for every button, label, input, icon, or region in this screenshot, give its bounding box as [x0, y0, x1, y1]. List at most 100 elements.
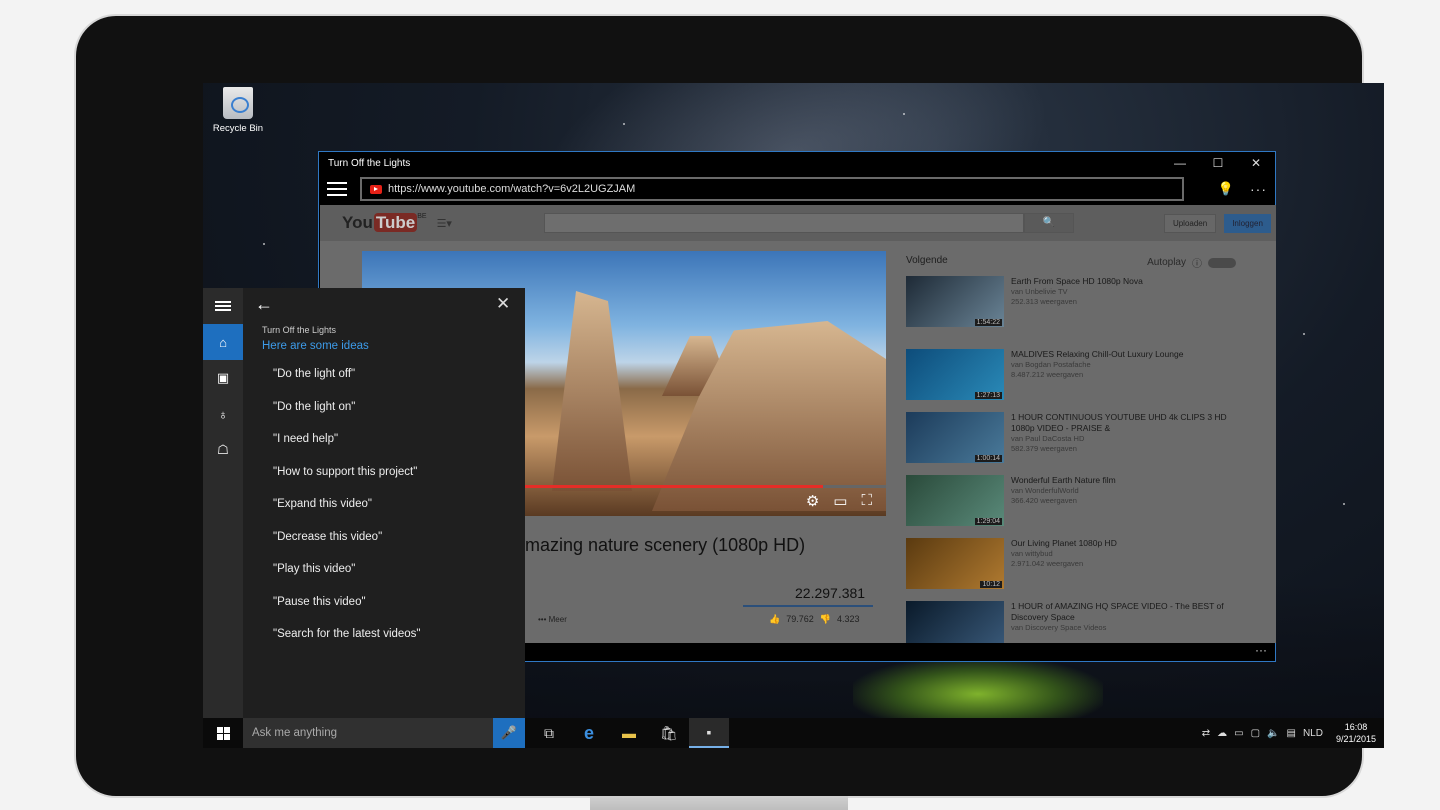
language-indicator[interactable]: NLD — [1303, 728, 1323, 739]
video-thumbnail — [906, 601, 1004, 643]
cortana-menu-icon[interactable] — [203, 288, 243, 324]
related-title: MALDIVES Relaxing Chill-Out Luxury Loung… — [1011, 349, 1184, 359]
related-video-item[interactable]: 1 HOUR of AMAZING HQ SPACE VIDEO - The B… — [906, 601, 1236, 643]
desktop-screen: Recycle Bin Turn Off the Lights — ☐ ✕ ht… — [203, 83, 1384, 748]
like-ratio-bar — [743, 605, 873, 607]
fullscreen-icon[interactable]: ⛶ — [861, 492, 872, 510]
thumbs-down-icon[interactable]: 👎 — [820, 614, 831, 625]
idea-item[interactable]: "Decrease this video" — [273, 529, 421, 562]
video-duration: 1:29:04 — [974, 518, 1002, 525]
network-status-icon[interactable]: ⇄ — [1202, 728, 1210, 739]
hamburger-menu-icon[interactable] — [327, 182, 347, 196]
start-button[interactable] — [203, 718, 243, 748]
url-field[interactable]: https://www.youtube.com/watch?v=6v2L2UGZ… — [360, 177, 1184, 201]
idea-item[interactable]: "Do the light on" — [273, 399, 421, 432]
video-thumbnail: 1:54:22 — [906, 276, 1004, 327]
idea-item[interactable]: "How to support this project" — [273, 464, 421, 497]
microphone-icon[interactable]: 🎤 — [493, 718, 525, 748]
guide-menu-icon[interactable]: ☰▾ — [437, 217, 452, 230]
feedback-icon[interactable]: ☖ — [203, 432, 243, 468]
autoplay-label: Autoplay — [1147, 257, 1186, 268]
lightbulb-icon[interactable]: 💡 — [1218, 181, 1234, 197]
related-views: 366.420 weergaven — [1011, 496, 1077, 505]
star — [1303, 333, 1305, 335]
idea-item[interactable]: "Pause this video" — [273, 594, 421, 627]
lightbulb-nav-icon[interactable]: ♁ — [203, 396, 243, 432]
thumbs-up-icon[interactable]: 👍 — [769, 614, 780, 625]
maximize-button[interactable]: ☐ — [1199, 156, 1237, 170]
clock-time: 16:08 — [1344, 722, 1368, 732]
video-duration: 1:00:14 — [974, 455, 1002, 462]
back-arrow-icon[interactable]: ← — [255, 294, 273, 315]
battery-icon[interactable]: ▭ — [1234, 728, 1243, 739]
related-views: 8.487.212 weergaven — [1011, 370, 1084, 379]
related-views: 252.313 weergaven — [1011, 297, 1077, 306]
more-options-button[interactable]: ··· — [1250, 181, 1267, 197]
idea-item[interactable]: "Search for the latest videos" — [273, 626, 421, 659]
up-next-label: Volgende — [906, 255, 948, 266]
related-video-item[interactable]: 1:00:14 1 HOUR CONTINUOUS YOUTUBE UHD 4k… — [906, 412, 1236, 463]
recycle-bin-shortcut[interactable]: Recycle Bin — [206, 87, 270, 134]
related-video-item[interactable]: 1:54:22 Earth From Space HD 1080p Nova va… — [906, 276, 1236, 327]
bottom-more-button[interactable]: ··· — [1255, 643, 1267, 657]
turn-off-the-lights-taskbar-icon[interactable]: ▪ — [689, 718, 729, 748]
video-title: mazing nature scenery (1080p HD) — [525, 535, 806, 555]
clock[interactable]: 16:08 9/21/2015 — [1336, 721, 1376, 745]
logo-tube: Tube — [373, 213, 418, 232]
upload-button[interactable]: Uploaden — [1163, 213, 1217, 233]
idea-list: "Do the light off" "Do the light on" "I … — [273, 366, 421, 659]
related-title: Our Living Planet 1080p HD — [1011, 538, 1117, 548]
idea-item[interactable]: "Do the light off" — [273, 366, 421, 399]
url-text: https://www.youtube.com/watch?v=6v2L2UGZ… — [388, 183, 636, 195]
task-view-icon[interactable]: ⧉ — [529, 718, 569, 748]
more-actions-button[interactable]: ••• Meer — [538, 615, 567, 624]
monitor-stand — [590, 796, 848, 810]
related-videos-sidebar: Volgende Autoplay ⓘ 1:54:22 Earth From Sp… — [906, 255, 1236, 643]
cortana-close-icon[interactable]: ✕ — [496, 294, 510, 314]
onedrive-icon[interactable]: ☁ — [1217, 728, 1227, 739]
display-icon[interactable]: ▢ — [1251, 728, 1260, 739]
file-explorer-icon[interactable]: ▬ — [609, 718, 649, 748]
idea-item[interactable]: "Expand this video" — [273, 496, 421, 529]
toggle-switch[interactable] — [1208, 257, 1236, 268]
youtube-logo[interactable]: You Tube BE — [342, 213, 427, 233]
related-channel: van Paul DaCosta HD — [1011, 434, 1085, 443]
info-icon: ⓘ — [1192, 259, 1202, 270]
store-icon[interactable]: 🛍 — [649, 718, 689, 748]
theater-mode-icon[interactable]: ▭ — [833, 492, 847, 510]
related-title: Earth From Space HD 1080p Nova — [1011, 276, 1143, 286]
action-center-icon[interactable]: ▤ — [1286, 728, 1295, 739]
star — [263, 243, 265, 245]
notebook-icon[interactable]: ▣ — [203, 360, 243, 396]
youtube-favicon-icon — [370, 184, 382, 194]
taskbar: Ask me anything 🎤 ⧉ e ▬ 🛍 ▪ ⇄ ☁ ▭ ▢ 🔈 ▤ … — [203, 718, 1384, 748]
address-bar-row: https://www.youtube.com/watch?v=6v2L2UGZ… — [319, 174, 1275, 204]
star — [623, 123, 625, 125]
monitor-bezel: Recycle Bin Turn Off the Lights — ☐ ✕ ht… — [76, 16, 1384, 796]
like-count: 79.762 — [786, 614, 814, 624]
youtube-search-button[interactable]: 🔍 — [1023, 213, 1074, 233]
youtube-search-input[interactable] — [543, 213, 1024, 233]
idea-item[interactable]: "Play this video" — [273, 561, 421, 594]
related-video-item[interactable]: 1:29:04 Wonderful Earth Nature film van W… — [906, 475, 1236, 526]
window-title: Turn Off the Lights — [328, 157, 411, 169]
related-video-item[interactable]: 1:27:13 MALDIVES Relaxing Chill-Out Luxu… — [906, 349, 1236, 400]
youtube-header: You Tube BE ☰▾ 🔍 Uploaden Inloggen — [320, 205, 1276, 241]
login-button[interactable]: Inloggen — [1224, 213, 1271, 233]
minimize-button[interactable]: — — [1161, 156, 1199, 170]
close-button[interactable]: ✕ — [1237, 156, 1275, 170]
settings-gear-icon[interactable]: ⚙ — [806, 492, 819, 510]
edge-browser-icon[interactable]: e — [569, 718, 609, 748]
volume-icon[interactable]: 🔈 — [1267, 728, 1279, 739]
cortana-search-box[interactable]: Ask me anything — [243, 718, 493, 748]
cortana-nav-rail: ⌂ ▣ ♁ ☖ — [203, 288, 243, 718]
idea-item[interactable]: "I need help" — [273, 431, 421, 464]
autoplay-toggle[interactable]: Autoplay ⓘ — [1147, 255, 1236, 270]
related-video-item[interactable]: 10:12 Our Living Planet 1080p HD van witt… — [906, 538, 1236, 589]
logo-you: You — [342, 213, 373, 232]
star — [1343, 503, 1345, 505]
related-channel: van WonderfulWorld — [1011, 486, 1079, 495]
video-duration: 10:12 — [980, 581, 1002, 588]
home-icon[interactable]: ⌂ — [203, 324, 243, 360]
related-title: Wonderful Earth Nature film — [1011, 475, 1116, 485]
